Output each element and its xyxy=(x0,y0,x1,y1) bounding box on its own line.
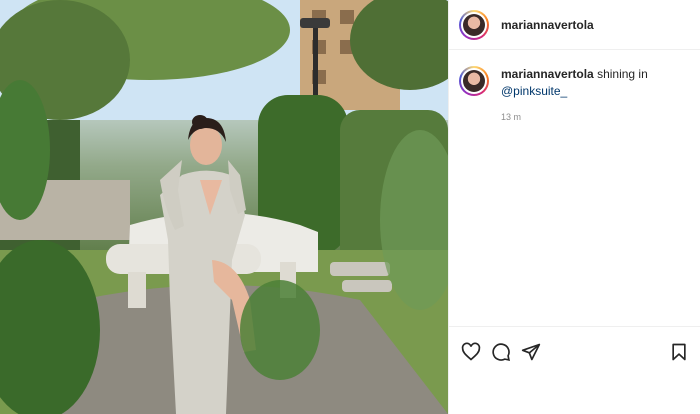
avatar-image xyxy=(463,70,485,92)
post-header: mariannavertola xyxy=(449,0,700,50)
caption-author-username[interactable]: mariannavertola xyxy=(501,67,594,81)
post-side-panel: mariannavertola mariannavertola shining … xyxy=(448,0,700,414)
avatar-image xyxy=(463,13,485,36)
avatar-ring-inner xyxy=(461,11,487,38)
post-timestamp[interactable]: 13 m xyxy=(449,112,700,122)
post-photo[interactable] xyxy=(0,0,448,414)
author-username[interactable]: mariannavertola xyxy=(501,18,594,32)
garden-photo-illustration xyxy=(0,0,448,414)
paper-plane-icon[interactable] xyxy=(519,340,543,364)
caption-author-avatar[interactable] xyxy=(459,66,489,96)
caption-mention-link[interactable]: @pinksuite_ xyxy=(501,84,567,98)
instagram-post: mariannavertola mariannavertola shining … xyxy=(0,0,700,414)
avatar-ring-inner xyxy=(461,68,487,94)
caption-comment: mariannavertola shining in @pinksuite_ xyxy=(449,50,700,100)
bookmark-icon[interactable] xyxy=(667,340,691,364)
caption-text: mariannavertola shining in @pinksuite_ xyxy=(501,66,648,100)
action-bar xyxy=(449,326,700,376)
caption-prefix: shining in xyxy=(597,67,648,81)
author-avatar[interactable] xyxy=(459,9,489,40)
heart-icon[interactable] xyxy=(459,340,483,364)
comment-icon[interactable] xyxy=(489,340,513,364)
